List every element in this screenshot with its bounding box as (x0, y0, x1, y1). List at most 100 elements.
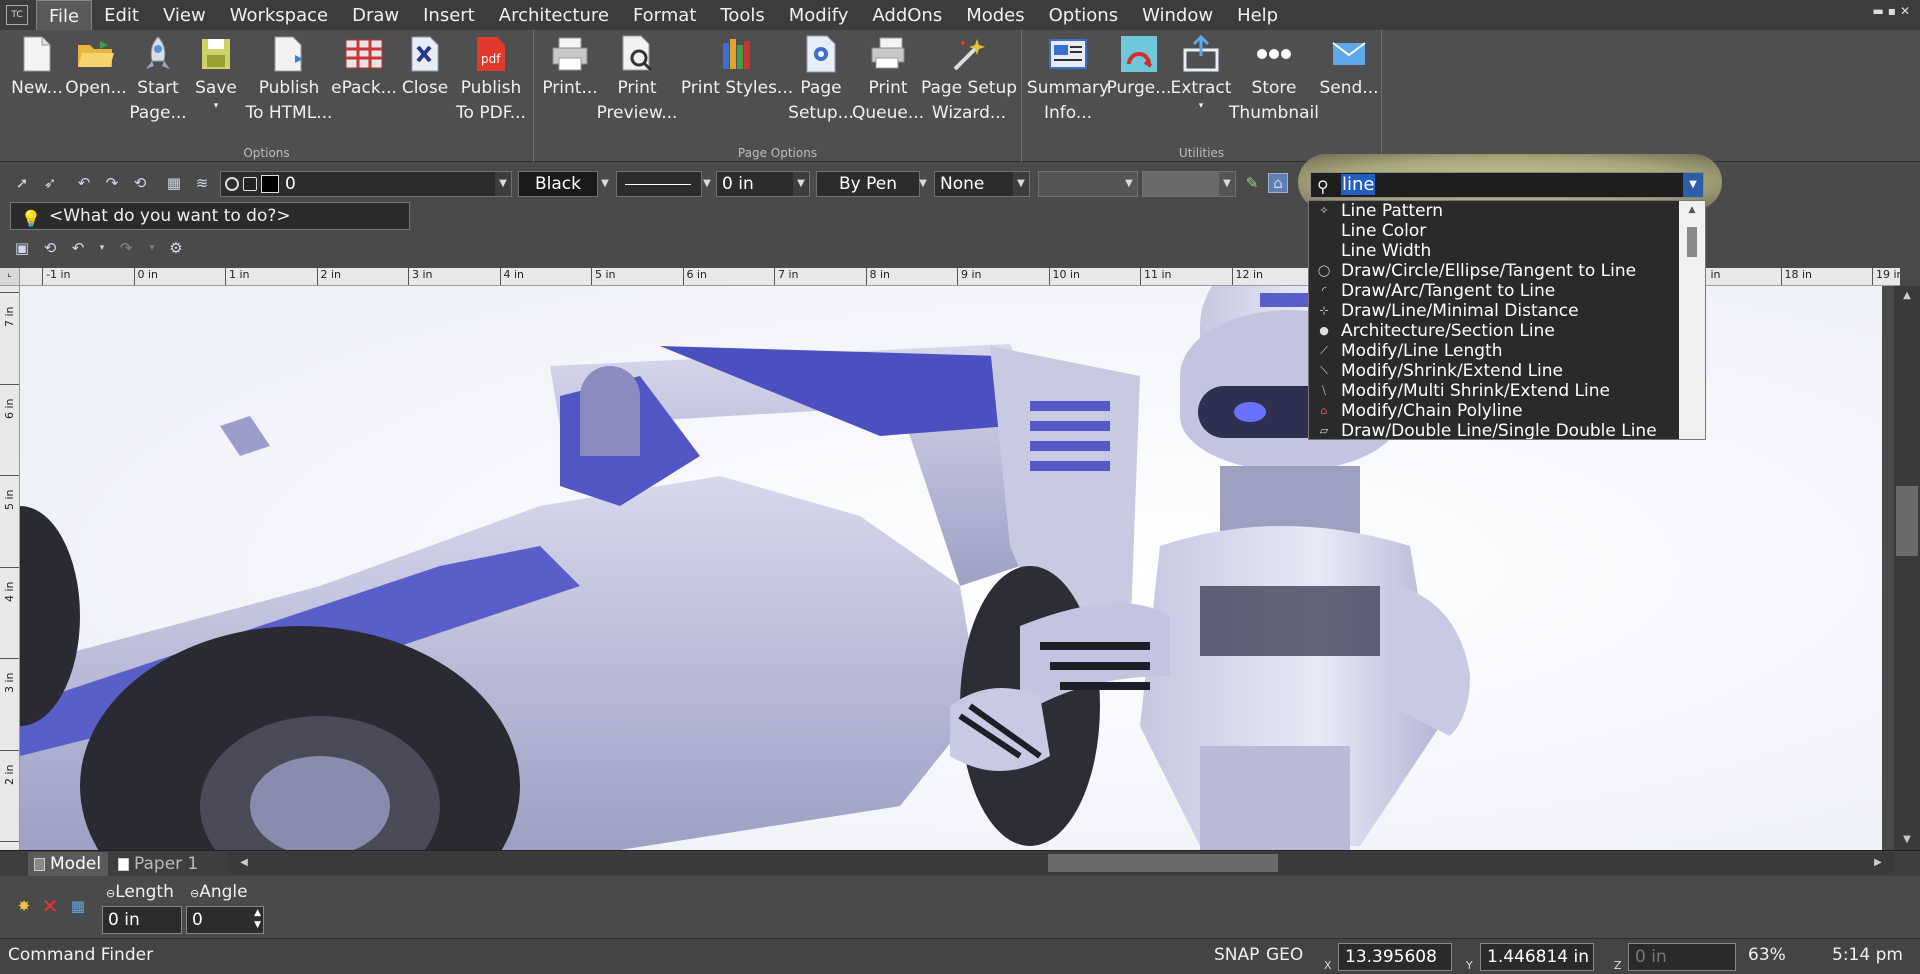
search-result-item[interactable]: Line Color (1309, 221, 1705, 241)
command-search-input[interactable]: ⚲ line ▼ (1310, 172, 1704, 198)
fill-combo[interactable]: ▼ (1038, 171, 1138, 197)
line-style-combo[interactable] (616, 171, 702, 197)
scroll-down-icon[interactable]: ▼ (1894, 830, 1920, 850)
search-result-item[interactable]: ⧹ Modify/Multi Shrink/Extend Line (1309, 381, 1705, 401)
publish-html-button[interactable]: Publish To HTML... (244, 34, 334, 126)
menu-addons[interactable]: AddOns (860, 1, 954, 30)
redo-dropdown-arrow[interactable]: ▾ (142, 238, 162, 258)
new-button[interactable]: New... (10, 34, 64, 101)
menu-insert[interactable]: Insert (411, 1, 487, 30)
by-pen-dropdown-arrow[interactable]: ▼ (916, 171, 930, 197)
extract-button[interactable]: Extract ▾ (1170, 34, 1232, 111)
pen-color-dropdown-arrow[interactable]: ▼ (598, 171, 612, 197)
print-preview-button[interactable]: Print Preview... (596, 34, 678, 126)
z-coordinate-field[interactable]: 0 in (1628, 943, 1736, 971)
menu-workspace[interactable]: Workspace (218, 1, 340, 30)
app-logo[interactable]: TC (6, 5, 28, 25)
search-result-item[interactable]: Line Width (1309, 241, 1705, 261)
fill-color-dropdown-arrow[interactable]: ▼ (1219, 172, 1235, 196)
purge-button[interactable]: Purge... (1107, 34, 1171, 101)
search-result-item[interactable]: ● Architecture/Section Line (1309, 321, 1705, 341)
length-input[interactable]: 0 in (102, 906, 182, 934)
edit-arrow-icon[interactable]: ➶ (40, 173, 60, 193)
fill-color-combo[interactable]: ▼ (1142, 171, 1236, 197)
layer-combo[interactable]: 0 ▼ (220, 171, 512, 197)
menu-tools[interactable]: Tools (708, 1, 776, 30)
search-result-item[interactable]: ⟋ Modify/Line Length (1309, 341, 1705, 361)
menu-view[interactable]: View (151, 1, 218, 30)
search-result-item[interactable]: ⌂ Modify/Chain Polyline (1309, 401, 1705, 421)
search-dropdown-arrow[interactable]: ▼ (1683, 173, 1703, 197)
grid-icon[interactable]: ▦ (68, 896, 88, 916)
select-arrow-icon[interactable]: ➚ (12, 173, 32, 193)
menu-modify[interactable]: Modify (777, 1, 861, 30)
quick-lasso-icon[interactable]: ⟲ (40, 238, 60, 258)
print-button[interactable]: Print... (540, 34, 600, 101)
menu-options[interactable]: Options (1037, 1, 1130, 30)
menu-architecture[interactable]: Architecture (487, 1, 621, 30)
lasso-icon[interactable]: ⟲ (130, 173, 150, 193)
menu-modes[interactable]: Modes (954, 1, 1036, 30)
vertical-scroll-thumb[interactable] (1896, 486, 1918, 556)
search-result-item[interactable]: ✧ Line Pattern (1309, 201, 1705, 221)
line-width-dropdown-arrow[interactable]: ▼ (793, 172, 809, 196)
search-result-item[interactable]: ◯ Draw/Circle/Ellipse/Tangent to Line (1309, 261, 1705, 281)
line-style-dropdown-arrow[interactable]: ▼ (700, 171, 714, 197)
save-dropdown-arrow[interactable]: ▾ (214, 101, 219, 111)
menu-format[interactable]: Format (621, 1, 708, 30)
table-icon[interactable]: ▦ (164, 173, 184, 193)
menu-help[interactable]: Help (1225, 1, 1290, 30)
print-queue-button[interactable]: Print Queue... (852, 34, 924, 126)
menu-draw[interactable]: Draw (340, 1, 411, 30)
x-coordinate-field[interactable]: 13.395608 in (1338, 943, 1452, 974)
search-result-item[interactable]: ◜ Draw/Arc/Tangent to Line (1309, 281, 1705, 301)
publish-pdf-button[interactable]: pdf Publish To PDF... (454, 34, 528, 126)
ruler-origin[interactable]: ⌞ (0, 268, 20, 286)
layer-dropdown-arrow[interactable]: ▼ (495, 172, 511, 196)
pattern-combo[interactable]: None ▼ (934, 171, 1030, 197)
quick-redo-icon[interactable]: ↷ (116, 238, 136, 258)
epack-button[interactable]: ePack... (331, 34, 397, 101)
page-setup-wizard-button[interactable]: Page Setup Wizard... (920, 34, 1018, 126)
start-page-button[interactable]: Start Page... (129, 34, 187, 126)
undo-icon[interactable]: ↶ (74, 173, 94, 193)
angle-input[interactable]: 0 ▲ ▼ (186, 906, 264, 934)
cancel-icon[interactable]: ✕ (40, 894, 60, 918)
pattern-dropdown-arrow[interactable]: ▼ (1013, 172, 1029, 196)
page-setup-button[interactable]: Page Setup... (788, 34, 854, 126)
horizontal-scroll-thumb[interactable] (1048, 854, 1278, 872)
geo-toggle[interactable]: GEO (1266, 945, 1303, 965)
horizontal-scrollbar[interactable]: ◀ ▶ (228, 852, 1894, 874)
fill-dropdown-arrow[interactable]: ▼ (1121, 172, 1137, 196)
scroll-right-icon[interactable]: ▶ (1868, 852, 1888, 874)
vertical-scrollbar[interactable]: ▲ ▼ (1894, 286, 1920, 850)
search-result-item[interactable]: ⊹ Draw/Line/Minimal Distance (1309, 301, 1705, 321)
quick-undo-icon[interactable]: ↶ (68, 238, 88, 258)
redo-icon[interactable]: ↷ (102, 173, 122, 193)
search-result-item[interactable]: ⟍ Modify/Shrink/Extend Line (1309, 361, 1705, 381)
save-button[interactable]: Save ▾ (190, 34, 242, 111)
tab-paper-1[interactable]: Paper 1 (112, 852, 224, 876)
store-thumbnail-button[interactable]: Store Thumbnail (1229, 34, 1319, 126)
send-button[interactable]: Send... (1318, 34, 1380, 101)
extract-dropdown-arrow[interactable]: ▾ (1199, 101, 1204, 111)
dropdown-scroll-up-icon[interactable]: ▲ (1679, 201, 1705, 219)
zoom-level[interactable]: 63% (1748, 945, 1786, 965)
dropdown-scrollbar[interactable]: ▲ (1679, 201, 1705, 439)
angle-stepper[interactable]: ▲ ▼ (254, 907, 261, 931)
quick-customize-icon[interactable]: ⚙ (166, 238, 186, 258)
pencil-icon[interactable]: ✎ (1242, 173, 1262, 193)
by-pen-combo[interactable]: By Pen (816, 171, 920, 197)
print-styles-button[interactable]: Print Styles... (681, 34, 793, 101)
quick-save-icon[interactable]: ▣ (12, 238, 32, 258)
menu-edit[interactable]: Edit (92, 1, 151, 30)
y-coordinate-field[interactable]: 1.446814 in (1480, 943, 1594, 971)
window-controls[interactable]: ▬▪✕ (1872, 4, 1914, 18)
layers-icon[interactable]: ≋ (192, 173, 212, 193)
close-button[interactable]: Close (398, 34, 452, 101)
menu-window[interactable]: Window (1130, 1, 1225, 30)
open-button[interactable]: Open... (65, 34, 127, 101)
snap-toggle[interactable]: SNAP (1214, 945, 1259, 965)
pen-color-combo[interactable]: Black (518, 171, 598, 197)
scroll-up-icon[interactable]: ▲ (1894, 286, 1920, 306)
